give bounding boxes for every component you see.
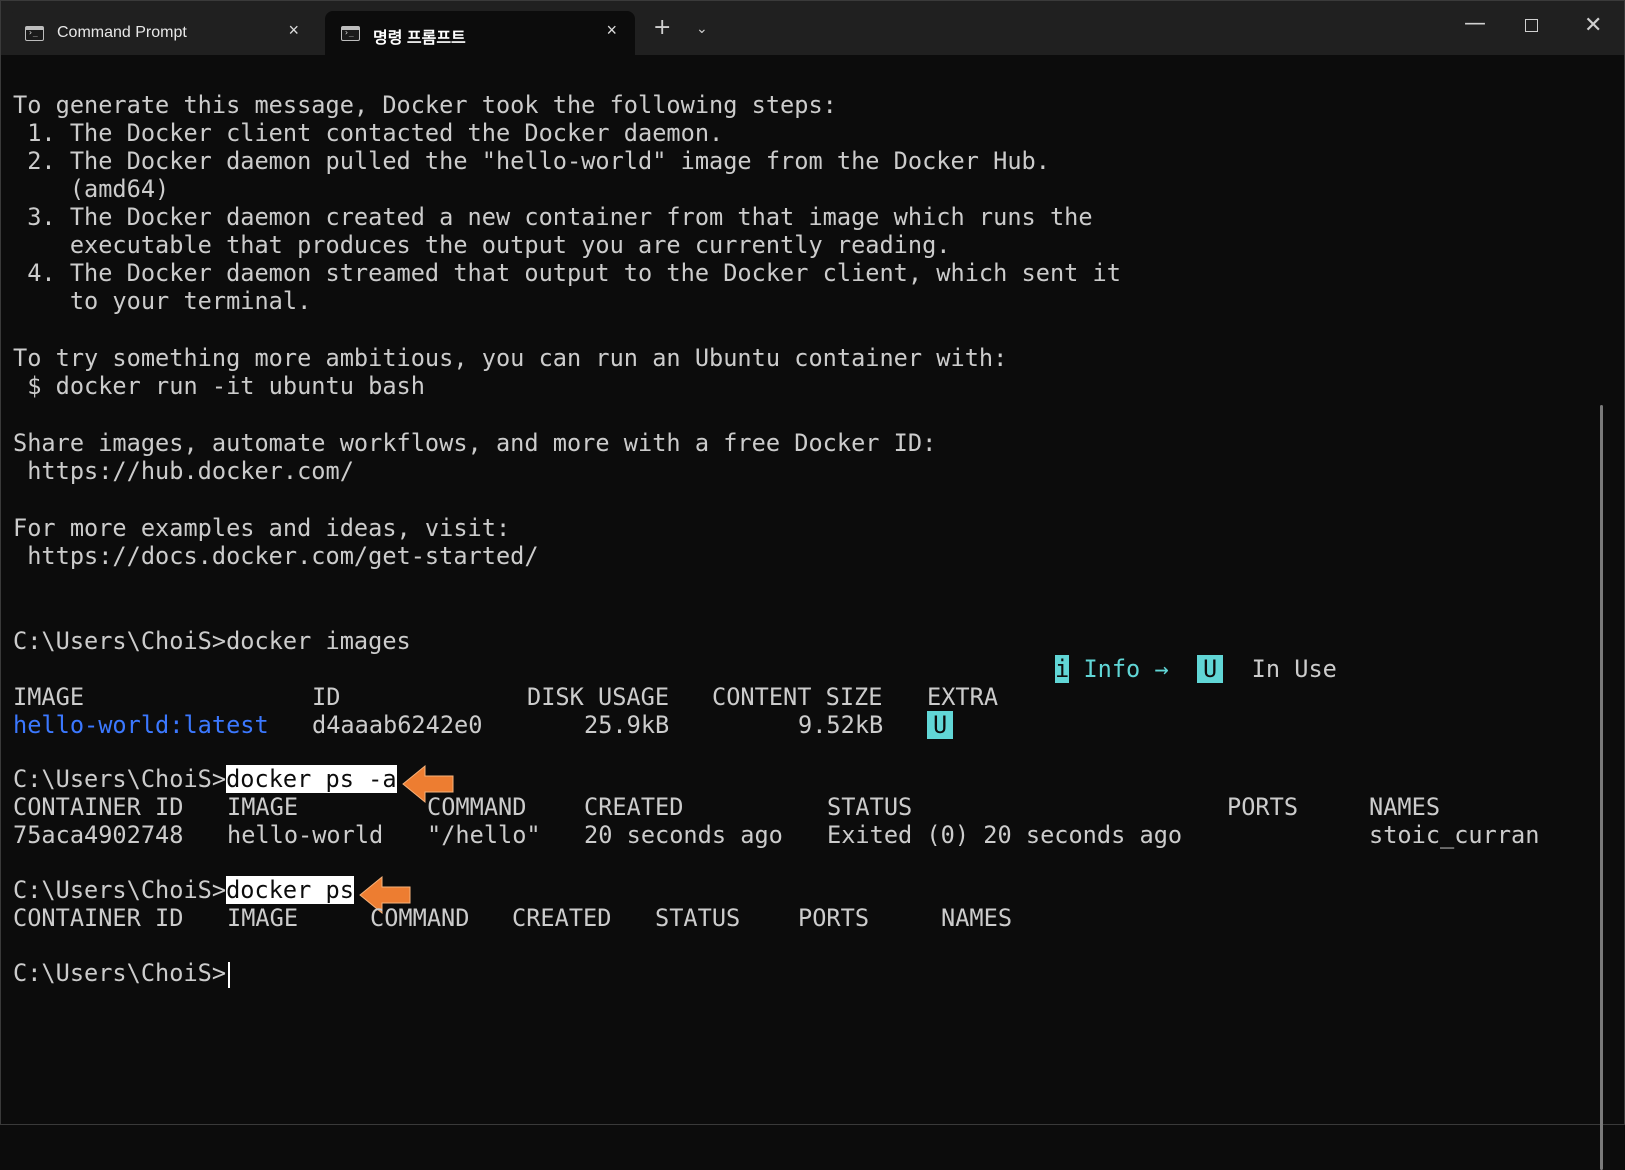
table-header: COMMAND (427, 793, 527, 821)
output-line: To generate this message, Docker took th… (13, 91, 837, 119)
terminal-icon (25, 26, 44, 41)
legend-in-use: U In Use (1197, 655, 1337, 683)
output-line: 4. The Docker daemon streamed that outpu… (13, 259, 1121, 287)
table-header: STATUS (655, 904, 741, 932)
in-use-badge: U (1197, 655, 1224, 683)
output-line: Share images, automate workflows, and mo… (13, 429, 937, 457)
legend: i Info → (1055, 655, 1169, 683)
table-header: COMMAND (370, 904, 470, 932)
output-line: (amd64) (13, 175, 170, 203)
output-line: $ docker run -it ubuntu bash (13, 372, 425, 400)
output-line: https://docs.docker.com/get-started/ (13, 542, 539, 570)
table-header: CONTAINER ID (13, 793, 184, 821)
terminal-window: Command Prompt × 명령 프롬프트 × + ⌄ — ✕ To ge… (0, 0, 1625, 1170)
in-use-badge: U (927, 711, 954, 739)
extra-cell: U (927, 711, 954, 739)
info-badge: i (1055, 655, 1070, 683)
table-header: PORTS (798, 904, 870, 932)
prompt: C:\Users\ChoiS> (13, 876, 227, 904)
highlighted-command: docker ps (226, 876, 354, 904)
created-cell: 20 seconds ago (584, 821, 783, 849)
disk-usage-cell: 25.9kB (584, 711, 670, 739)
table-header: CREATED (584, 793, 684, 821)
command-line[interactable]: C:\Users\ChoiS> (13, 959, 231, 988)
chevron-down-icon[interactable]: ⌄ (696, 21, 708, 37)
table-header: EXTRA (927, 683, 999, 711)
table-header: STATUS (827, 793, 913, 821)
output-line: 1. The Docker client contacted the Docke… (13, 119, 724, 147)
close-tab-icon[interactable]: × (288, 20, 299, 41)
maximize-button[interactable] (1525, 19, 1538, 32)
output-line: For more examples and ideas, visit: (13, 514, 511, 542)
table-header: DISK USAGE (527, 683, 670, 711)
table-header: CONTENT SIZE (712, 683, 883, 711)
tab-label: 명령 프롬프트 (373, 30, 466, 47)
table-header: IMAGE (227, 793, 299, 821)
names-cell: stoic_curran (1369, 821, 1540, 849)
table-header: IMAGE (227, 904, 299, 932)
tab-command-prompt[interactable]: Command Prompt × (9, 11, 317, 55)
container-id-cell: 75aca4902748 (13, 821, 184, 849)
highlighted-command: docker ps -a (226, 765, 397, 793)
command-line: C:\Users\ChoiS>docker images (13, 627, 411, 655)
output-line: 2. The Docker daemon pulled the "hello-w… (13, 147, 1050, 175)
output-line: executable that produces the output you … (13, 231, 951, 259)
command-line: C:\Users\ChoiS>docker ps -a (13, 765, 397, 793)
prompt: C:\Users\ChoiS> (13, 627, 227, 655)
command-text: docker images (226, 627, 411, 655)
new-tab-button[interactable]: + (653, 15, 671, 40)
info-label: Info → (1083, 655, 1169, 683)
text-cursor (228, 961, 231, 988)
terminal-output[interactable]: To generate this message, Docker took th… (1, 55, 1611, 1170)
table-header: IMAGE (13, 683, 85, 711)
table-header: NAMES (1369, 793, 1441, 821)
close-window-button[interactable]: ✕ (1584, 13, 1602, 38)
terminal-icon (341, 26, 360, 41)
table-header: NAMES (941, 904, 1013, 932)
output-line: https://hub.docker.com/ (13, 457, 354, 485)
prompt: C:\Users\ChoiS> (13, 959, 227, 987)
image-name-cell: hello-world:latest (13, 711, 269, 739)
table-header: CONTAINER ID (13, 904, 184, 932)
prompt: C:\Users\ChoiS> (13, 765, 227, 793)
output-line: 3. The Docker daemon created a new conta… (13, 203, 1093, 231)
minimize-button[interactable]: — (1464, 11, 1486, 36)
table-header: ID (312, 683, 341, 711)
in-use-label: In Use (1251, 655, 1337, 683)
output-line: to your terminal. (13, 287, 312, 315)
command-cell: "/hello" (427, 821, 541, 849)
content-size-cell: 9.52kB (798, 711, 884, 739)
scrollbar[interactable] (1600, 405, 1603, 1170)
tab-label: Command Prompt (57, 24, 187, 41)
table-header: CREATED (512, 904, 612, 932)
output-line: To try something more ambitious, you can… (13, 344, 1008, 372)
command-line: C:\Users\ChoiS>docker ps (13, 876, 354, 904)
table-header: PORTS (1227, 793, 1299, 821)
image-cell: hello-world (227, 821, 384, 849)
tab-bar: Command Prompt × 명령 프롬프트 × + ⌄ — ✕ (1, 1, 1624, 55)
tab-korean-command-prompt[interactable]: 명령 프롬프트 × (325, 11, 635, 55)
status-cell: Exited (0) 20 seconds ago (827, 821, 1183, 849)
close-tab-icon[interactable]: × (606, 20, 617, 41)
image-id-cell: d4aaab6242e0 (312, 711, 483, 739)
